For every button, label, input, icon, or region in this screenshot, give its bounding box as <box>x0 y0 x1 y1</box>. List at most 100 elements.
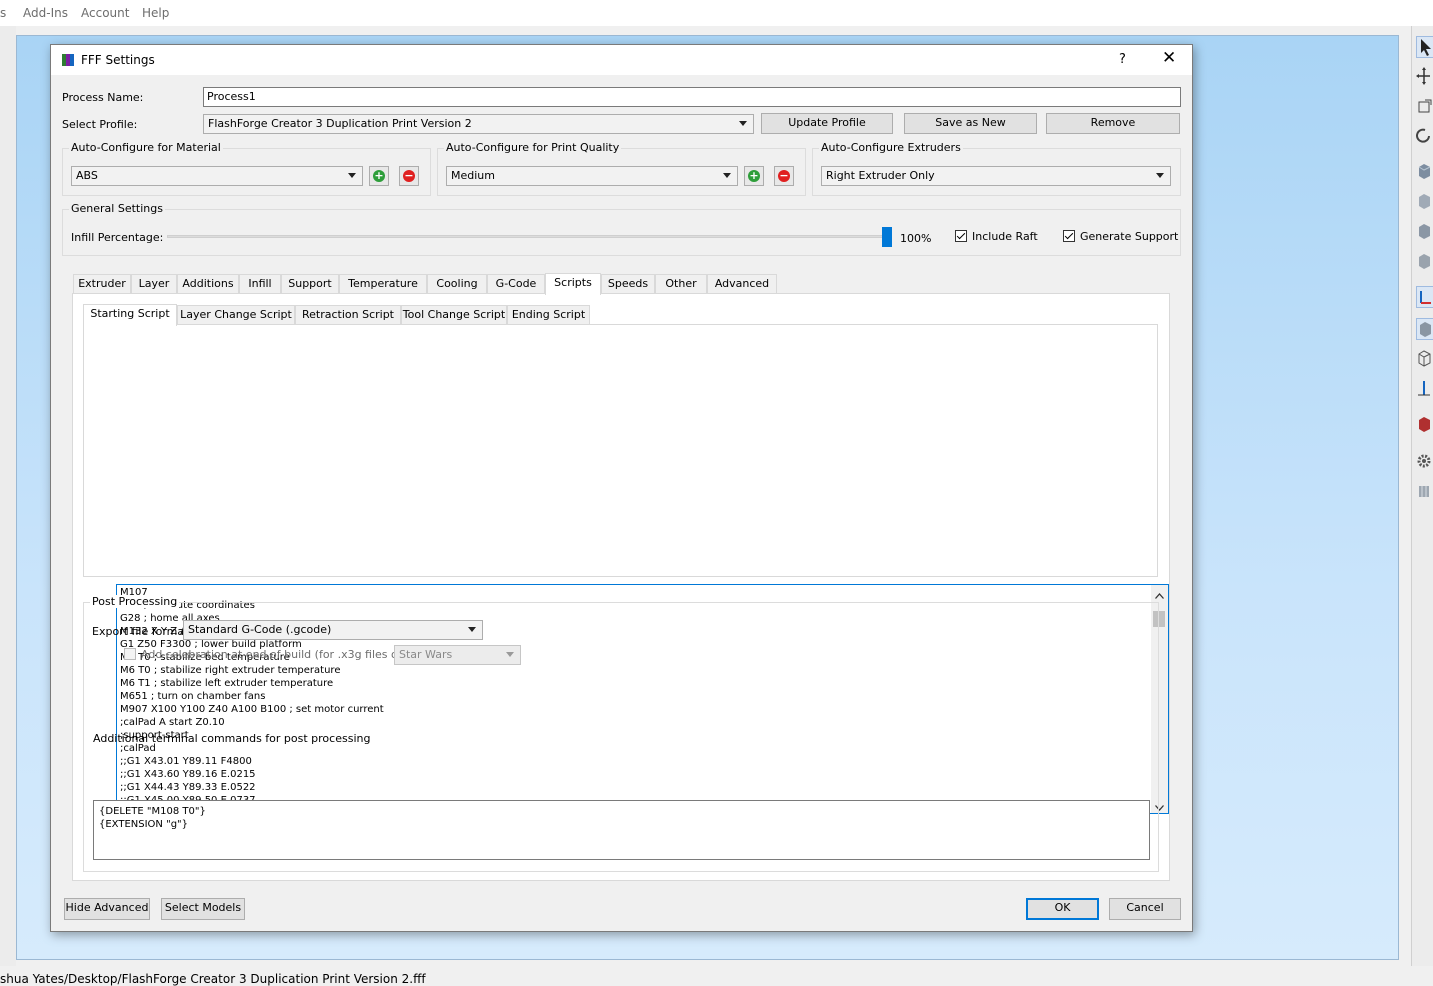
plus-icon: + <box>373 169 385 182</box>
tab-speeds[interactable]: Speeds <box>601 274 655 294</box>
quality-select-value: Medium <box>451 169 495 182</box>
subtab-retraction-script[interactable]: Retraction Script <box>295 305 401 325</box>
scale-icon[interactable] <box>1416 96 1433 118</box>
section-icon[interactable] <box>1416 378 1433 400</box>
menu-item-help[interactable]: Help <box>142 6 169 20</box>
chevron-down-icon <box>468 627 476 632</box>
ok-button[interactable]: OK <box>1026 898 1099 920</box>
chevron-up-icon[interactable] <box>1155 589 1164 602</box>
dialog-title: FFF Settings <box>81 53 155 67</box>
tab-layer[interactable]: Layer <box>131 274 177 294</box>
plus-icon: + <box>748 169 760 182</box>
quality-select[interactable]: Medium <box>446 166 738 186</box>
general-settings-title: General Settings <box>69 202 165 215</box>
close-button[interactable]: ✕ <box>1162 48 1176 68</box>
move-icon[interactable] <box>1416 66 1433 88</box>
infill-label: Infill Percentage: <box>71 231 164 244</box>
tab-other[interactable]: Other <box>655 274 707 294</box>
chevron-down-icon <box>1156 173 1164 178</box>
add-quality-button[interactable]: + <box>744 166 764 186</box>
tab-extruder[interactable]: Extruder <box>73 274 131 294</box>
gear-icon[interactable] <box>1416 451 1433 473</box>
tab-advanced[interactable]: Advanced <box>707 274 777 294</box>
select-profile-label: Select Profile: <box>62 118 138 131</box>
rotate-icon[interactable] <box>1416 126 1433 148</box>
solid-view-icon[interactable] <box>1416 318 1433 340</box>
axes-icon[interactable] <box>1416 286 1433 308</box>
dialog-titlebar: FFF Settings ? ✕ <box>51 45 1192 75</box>
tab-support[interactable]: Support <box>281 274 339 294</box>
tab-temperature[interactable]: Temperature <box>339 274 427 294</box>
celebration-select-value: Star Wars <box>399 648 453 661</box>
select-arrow-icon[interactable] <box>1416 36 1433 58</box>
infill-slider-handle[interactable] <box>882 227 892 247</box>
menu-item-addins[interactable]: Add-Ins <box>23 6 68 20</box>
view-cube-front-icon[interactable] <box>1416 191 1433 213</box>
terminal-commands-input[interactable]: {DELETE "M108 T0"} {EXTENSION "g"} <box>93 800 1150 860</box>
chevron-down-icon <box>739 121 747 126</box>
extruders-select[interactable]: Right Extruder Only <box>821 166 1171 186</box>
cancel-button[interactable]: Cancel <box>1109 898 1181 920</box>
celebration-label: Add celebration at end of build (for .x3… <box>141 648 419 661</box>
material-select-value: ABS <box>76 169 98 182</box>
tab-cooling[interactable]: Cooling <box>427 274 487 294</box>
help-button[interactable]: ? <box>1119 52 1126 67</box>
subtab-ending-script[interactable]: Ending Script <box>507 305 590 325</box>
minus-icon: − <box>778 169 790 182</box>
infill-slider-track[interactable] <box>167 235 887 238</box>
post-processing-title: Post Processing <box>90 595 180 608</box>
hide-advanced-button[interactable]: Hide Advanced <box>64 898 150 920</box>
infill-value: 100% <box>900 232 932 245</box>
view-cube-iso-icon[interactable] <box>1416 251 1433 273</box>
celebration-checkbox[interactable] <box>124 648 136 660</box>
profile-select-value: FlashForge Creator 3 Duplication Print V… <box>208 117 472 130</box>
left-panel-strip <box>0 26 16 966</box>
app-logo-icon <box>61 53 75 70</box>
update-profile-button[interactable]: Update Profile <box>761 113 893 134</box>
menu-item-account[interactable]: Account <box>81 6 129 20</box>
bed-icon[interactable] <box>1416 481 1433 503</box>
tab-additions[interactable]: Additions <box>177 274 239 294</box>
status-file-path: shua Yates/Desktop/FlashForge Creator 3 … <box>0 972 426 986</box>
extruders-group-title: Auto-Configure Extruders <box>819 141 963 154</box>
tab-infill[interactable]: Infill <box>239 274 281 294</box>
wireframe-view-icon[interactable] <box>1416 348 1433 370</box>
tab-g-code[interactable]: G-Code <box>487 274 545 294</box>
add-material-button[interactable]: + <box>369 166 389 186</box>
remove-profile-button[interactable]: Remove <box>1046 113 1180 134</box>
process-name-label: Process Name: <box>62 91 144 104</box>
script-panel <box>83 324 1158 577</box>
subtab-tool-change-script[interactable]: Tool Change Script <box>401 305 507 325</box>
remove-quality-button[interactable]: − <box>774 166 794 186</box>
fff-settings-dialog: FFF Settings ? ✕ Process Name: Process1 … <box>50 44 1193 932</box>
process-name-input[interactable]: Process1 <box>203 87 1181 107</box>
subtab-starting-script[interactable]: Starting Script <box>83 304 177 326</box>
material-select[interactable]: ABS <box>71 166 363 186</box>
app-menubar: s Add-Ins Account Help <box>0 0 1433 26</box>
tab-scripts[interactable]: Scripts <box>545 273 601 295</box>
menu-item-partial[interactable]: s <box>0 6 6 20</box>
right-toolbar <box>1411 26 1433 966</box>
include-raft-checkbox[interactable] <box>955 230 967 242</box>
minus-icon: − <box>403 169 415 182</box>
model-color-icon[interactable] <box>1416 414 1433 436</box>
view-cube-side-icon[interactable] <box>1416 221 1433 243</box>
export-format-select[interactable]: Standard G-Code (.gcode) <box>183 620 483 640</box>
terminal-command-line: {DELETE "M108 T0"} <box>99 806 206 817</box>
celebration-select[interactable]: Star Wars <box>394 645 521 665</box>
view-cube-top-icon[interactable] <box>1416 161 1433 183</box>
select-models-button[interactable]: Select Models <box>161 898 245 920</box>
profile-select[interactable]: FlashForge Creator 3 Duplication Print V… <box>203 114 754 134</box>
subtab-layer-change-script[interactable]: Layer Change Script <box>177 305 295 325</box>
quality-group-title: Auto-Configure for Print Quality <box>444 141 622 154</box>
include-raft-label: Include Raft <box>972 230 1038 243</box>
generate-support-checkbox[interactable] <box>1063 230 1075 242</box>
scripts-tab-panel: Starting Script Layer Change Script Retrac… <box>72 293 1170 881</box>
chevron-down-icon <box>723 173 731 178</box>
export-format-value: Standard G-Code (.gcode) <box>188 623 332 636</box>
save-as-new-button[interactable]: Save as New <box>904 113 1037 134</box>
remove-material-button[interactable]: − <box>399 166 419 186</box>
material-group-title: Auto-Configure for Material <box>69 141 223 154</box>
chevron-down-icon <box>348 173 356 178</box>
export-format-label: Export file format <box>92 625 189 638</box>
